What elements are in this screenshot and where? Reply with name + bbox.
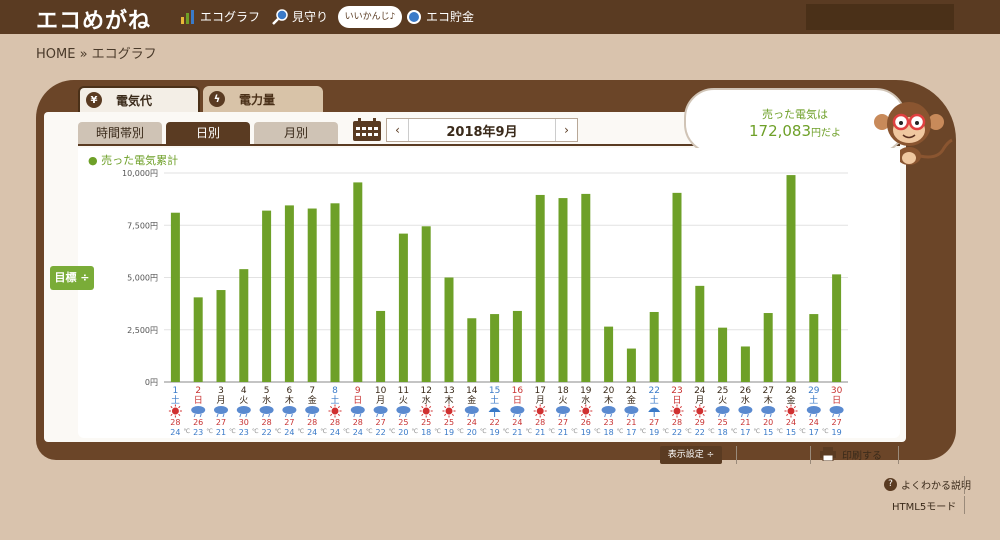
nav-label: エコグラフ [200, 10, 261, 24]
display-settings-button[interactable]: 表示設定 ÷ [660, 446, 722, 464]
app-logo[interactable]: エコめがね [36, 3, 151, 35]
current-month: 2018年9月 [446, 124, 518, 140]
nav-watch[interactable]: 見守り [272, 8, 328, 25]
help-label: よくわかる説明 [901, 481, 971, 492]
divider [810, 446, 811, 464]
sold-amount: 172,083 [748, 122, 812, 140]
subtab-hourly[interactable]: 時間帯別 [78, 122, 162, 144]
nav-label: エコ貯金 [426, 10, 475, 24]
printer-icon [820, 447, 836, 461]
divider [736, 446, 737, 464]
piggy-bank-icon [407, 9, 421, 24]
date-selector: ‹ 2018年9月 › [386, 118, 578, 142]
tab-label: 電力量 [239, 92, 276, 107]
nav-eco-savings[interactable]: エコ貯金 [406, 8, 474, 25]
subtab-daily[interactable]: 日別 [166, 122, 250, 144]
calendar-icon[interactable] [352, 118, 382, 142]
nav-eco-graph[interactable]: エコグラフ [180, 8, 260, 25]
next-month-button[interactable]: › [555, 119, 577, 141]
magnifier-icon [272, 8, 288, 25]
yen-icon: ¥ [86, 92, 102, 108]
tab-label: 電気代 [116, 93, 153, 108]
goal-button[interactable]: 目標 ÷ [50, 266, 94, 290]
mood-bubble: いいかんじ♪ [338, 6, 402, 28]
prev-month-button[interactable]: ‹ [387, 119, 409, 141]
bar-chart-icon [181, 9, 194, 24]
tab-electricity-amount[interactable]: ϟ 電力量 [203, 86, 323, 112]
lightning-icon: ϟ [209, 91, 225, 107]
question-icon: ? [884, 478, 897, 491]
html5-mode-link[interactable]: HTML5モード [892, 498, 956, 513]
account-area[interactable] [806, 4, 954, 30]
breadcrumb[interactable]: HOME » エコグラフ [36, 43, 157, 62]
subtab-monthly[interactable]: 月別 [254, 122, 338, 144]
chart-panel [78, 148, 900, 438]
divider [964, 496, 965, 514]
help-link[interactable]: ? よくわかる説明 [884, 477, 971, 492]
sold-suffix: 円だよ [811, 128, 842, 139]
divider [964, 476, 965, 494]
tab-electricity-cost[interactable]: ¥ 電気代 [78, 86, 200, 112]
print-label: 印刷する [842, 450, 882, 462]
print-button[interactable]: 印刷する [820, 444, 900, 464]
nav-label: 見守り [292, 10, 329, 24]
chart-legend: ● 売った電気累計 [88, 154, 179, 167]
